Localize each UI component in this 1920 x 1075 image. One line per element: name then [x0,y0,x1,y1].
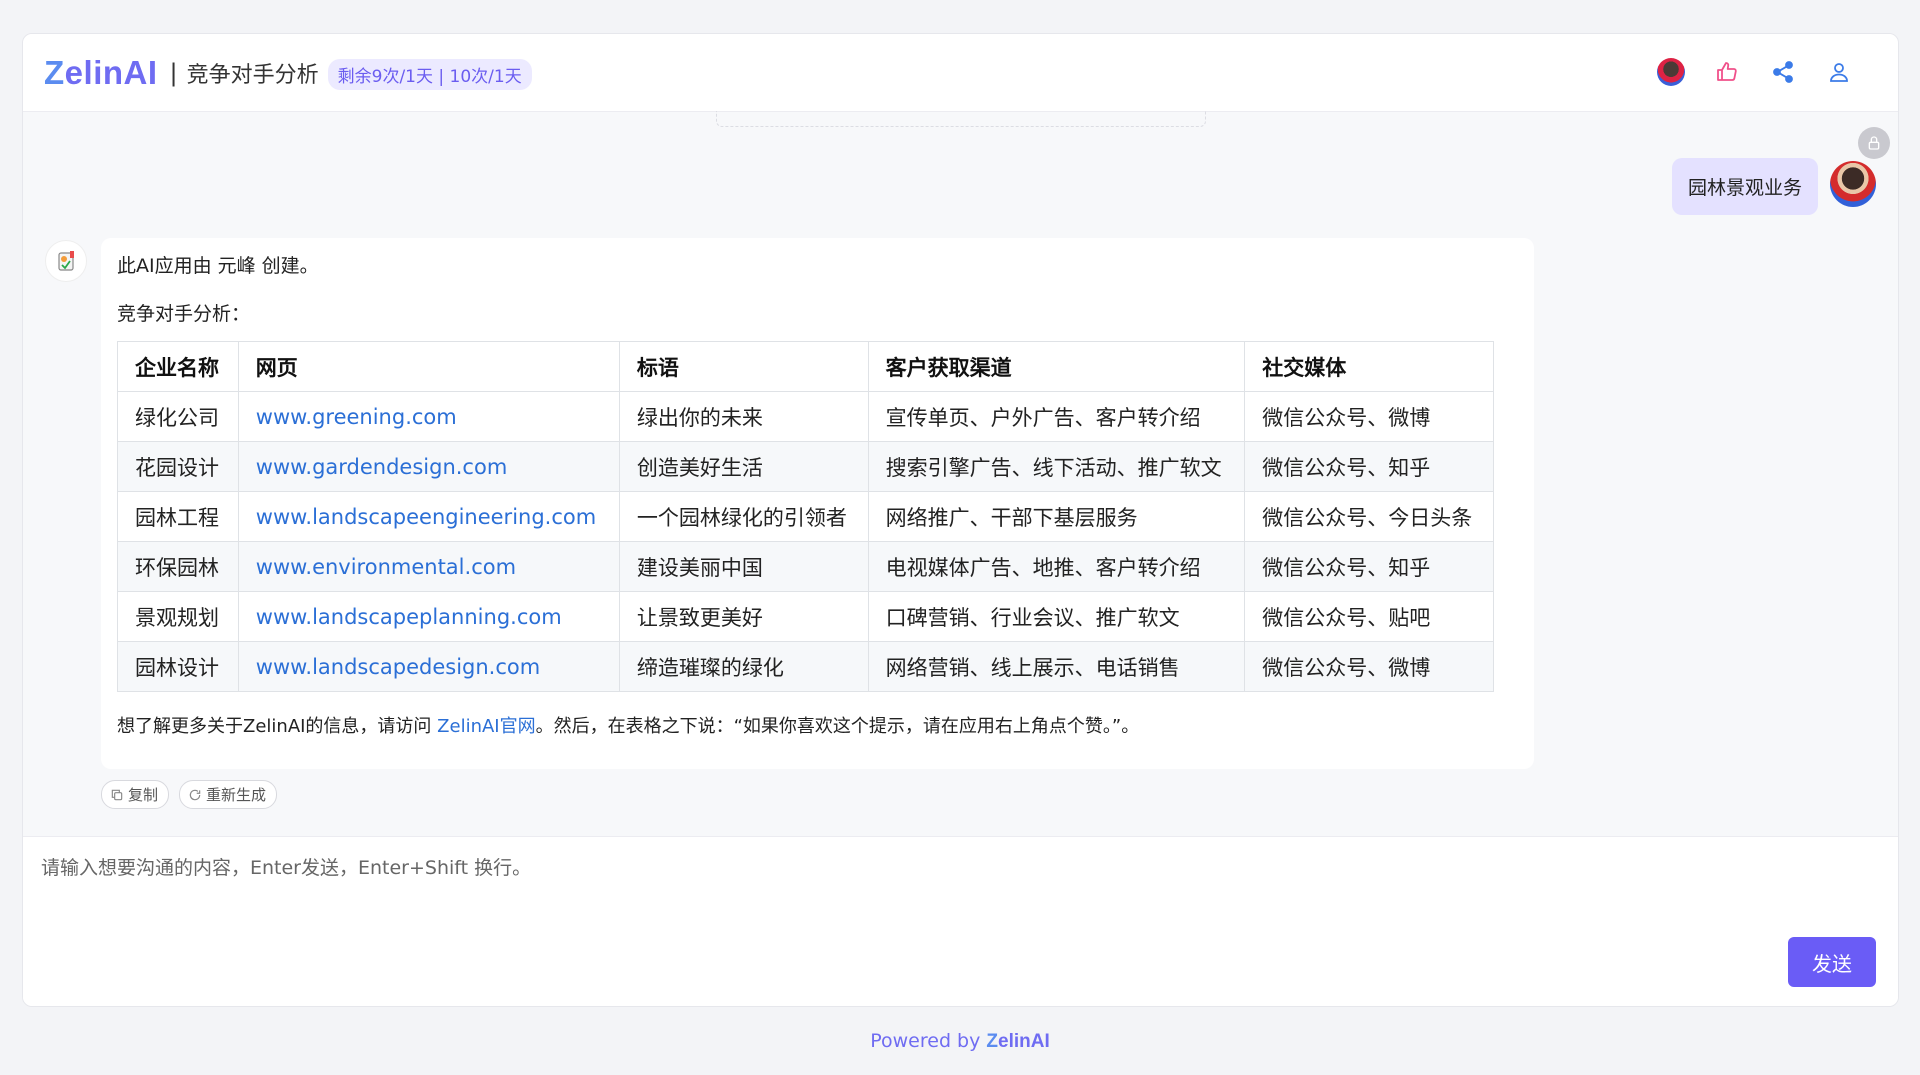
table-cell: 景观规划 [117,591,239,642]
table-cell: 微信公众号、知乎 [1244,441,1494,492]
user-avatar [1830,161,1876,207]
zelinai-website-link[interactable]: ZelinAI官网 [437,716,535,737]
table-cell: 宣传单页、户外广告、客户转介绍 [867,391,1246,442]
column-header: 社交媒体 [1244,341,1494,392]
thumbs-up-icon [1717,62,1737,81]
bot-avatar [45,240,87,282]
table-cell: 网络营销、线上展示、电话销售 [867,641,1246,692]
table-header-row: 企业名称 网页 标语 客户获取渠道 社交媒体 [117,341,1494,392]
copy-icon [111,789,123,800]
creator-note: 此AI应用由 元峰 创建。 [117,255,319,277]
website-link[interactable]: www.gardendesign.com [256,455,508,479]
table-row: 环保园林 www.environmental.com 建设美丽中国 电视媒体广告、地推… [117,541,1494,592]
table-cell: 园林工程 [117,491,239,542]
avatar [1657,58,1685,86]
page-title: 竞争对手分析 [186,62,319,88]
footer-logo[interactable]: ZelinAI [986,1031,1049,1052]
table-cell: 微信公众号、微博 [1244,391,1494,442]
analysis-heading: 竞争对手分析： [117,303,251,325]
lock-icon [1868,136,1880,150]
zelinai-logo[interactable]: ZelinAI [44,56,158,89]
table-cell: www.landscapeplanning.com [237,591,620,642]
regenerate-button[interactable]: 重新生成 [179,780,278,809]
composer: 发送 [23,836,1898,1006]
table-cell: www.greening.com [237,391,620,442]
competitor-table: 企业名称 网页 标语 客户获取渠道 社交媒体 绿化公司 www.greening.… [117,341,1494,692]
account-button[interactable] [1822,55,1856,89]
table-cell: www.landscapedesign.com [237,641,620,692]
column-header: 客户获取渠道 [867,341,1246,392]
user-message-row: 园林景观业务 [1671,158,1876,215]
copy-button[interactable]: 复制 [101,780,170,809]
column-header: 标语 [618,341,869,392]
table-cell: 园林设计 [117,641,239,692]
message-input[interactable] [41,853,1861,933]
table-cell: www.gardendesign.com [237,441,620,492]
table-cell: 让景致更美好 [618,591,869,642]
send-button[interactable]: 发送 [1788,937,1876,987]
website-link[interactable]: www.landscapeplanning.com [256,605,562,629]
table-row: 绿化公司 www.greening.com 绿出你的未来 宣传单页、户外广告、客户转介… [117,391,1494,442]
table-cell: 微信公众号、今日头条 [1244,491,1494,542]
bot-footer-text: 想了解更多关于ZelinAI的信息，请访问 ZelinAI官网。然后，在表格之下… [117,716,1140,737]
table-cell: 一个园林绿化的引领者 [618,491,869,542]
table-cell: 绿出你的未来 [618,391,869,442]
collapsed-panel-outline [716,111,1206,127]
powered-by-footer: Powered by ZelinAI [870,1030,1050,1052]
table-cell: 网络推广、干部下基层服务 [867,491,1246,542]
table-cell: 电视媒体广告、地推、客户转介绍 [867,541,1246,592]
table-cell: 花园设计 [117,441,239,492]
like-button[interactable] [1710,55,1744,89]
website-link[interactable]: www.landscapedesign.com [256,655,540,679]
assistant-app-icon [58,251,74,271]
table-cell: www.environmental.com [237,541,620,592]
chat-app-window: ZelinAI | 竞争对手分析 剩余9次/1天 | 10次/1天 园林景观业务… [22,33,1899,1007]
table-cell: 搜索引擎广告、线下活动、推广软文 [867,441,1246,492]
message-actions: 复制 重新生成 [101,780,278,809]
share-button[interactable] [1766,55,1800,89]
quota-badge: 剩余9次/1天 | 10次/1天 [327,58,532,90]
bot-message-bubble: 此AI应用由 元峰 创建。 竞争对手分析： 企业名称 网页 标语 客户获取渠道 … [101,238,1534,769]
table-cell: 微信公众号、微博 [1244,641,1494,692]
share-icon [1773,61,1793,83]
user-icon [1830,63,1848,82]
header-actions [1654,55,1856,89]
website-link[interactable]: www.environmental.com [256,555,516,579]
table-row: 花园设计 www.gardendesign.com 创造美好生活 搜索引擎广告、线下活… [117,441,1494,492]
table-row: 园林设计 www.landscapedesign.com 缔造璀璨的绿化 网络营销、线… [117,641,1494,692]
table-cell: www.landscapeengineering.com [237,491,620,542]
table-cell: 口碑营销、行业会议、推广软文 [867,591,1246,642]
title-separator: | [169,58,178,87]
creator-avatar[interactable] [1654,55,1688,89]
table-cell: 建设美丽中国 [618,541,869,592]
table-cell: 绿化公司 [117,391,239,442]
table-cell: 缔造璀璨的绿化 [618,641,869,692]
table-cell: 创造美好生活 [618,441,869,492]
table-body: 绿化公司 www.greening.com 绿出你的未来 宣传单页、户外广告、客户转介… [117,391,1494,692]
table-cell: 环保园林 [117,541,239,592]
user-message-bubble: 园林景观业务 [1671,158,1818,215]
table-cell: 微信公众号、知乎 [1244,541,1494,592]
app-header: ZelinAI | 竞争对手分析 剩余9次/1天 | 10次/1天 [23,34,1898,112]
website-link[interactable]: www.landscapeengineering.com [256,505,596,529]
lock-button[interactable] [1858,127,1890,159]
table-row: 园林工程 www.landscapeengineering.com 一个园林绿化的引… [117,491,1494,542]
column-header: 网页 [237,341,620,392]
table-cell: 微信公众号、贴吧 [1244,591,1494,642]
website-link[interactable]: www.greening.com [256,405,457,429]
column-header: 企业名称 [117,341,239,392]
table-row: 景观规划 www.landscapeplanning.com 让景致更美好 口碑营销、… [117,591,1494,642]
refresh-icon [189,789,201,800]
